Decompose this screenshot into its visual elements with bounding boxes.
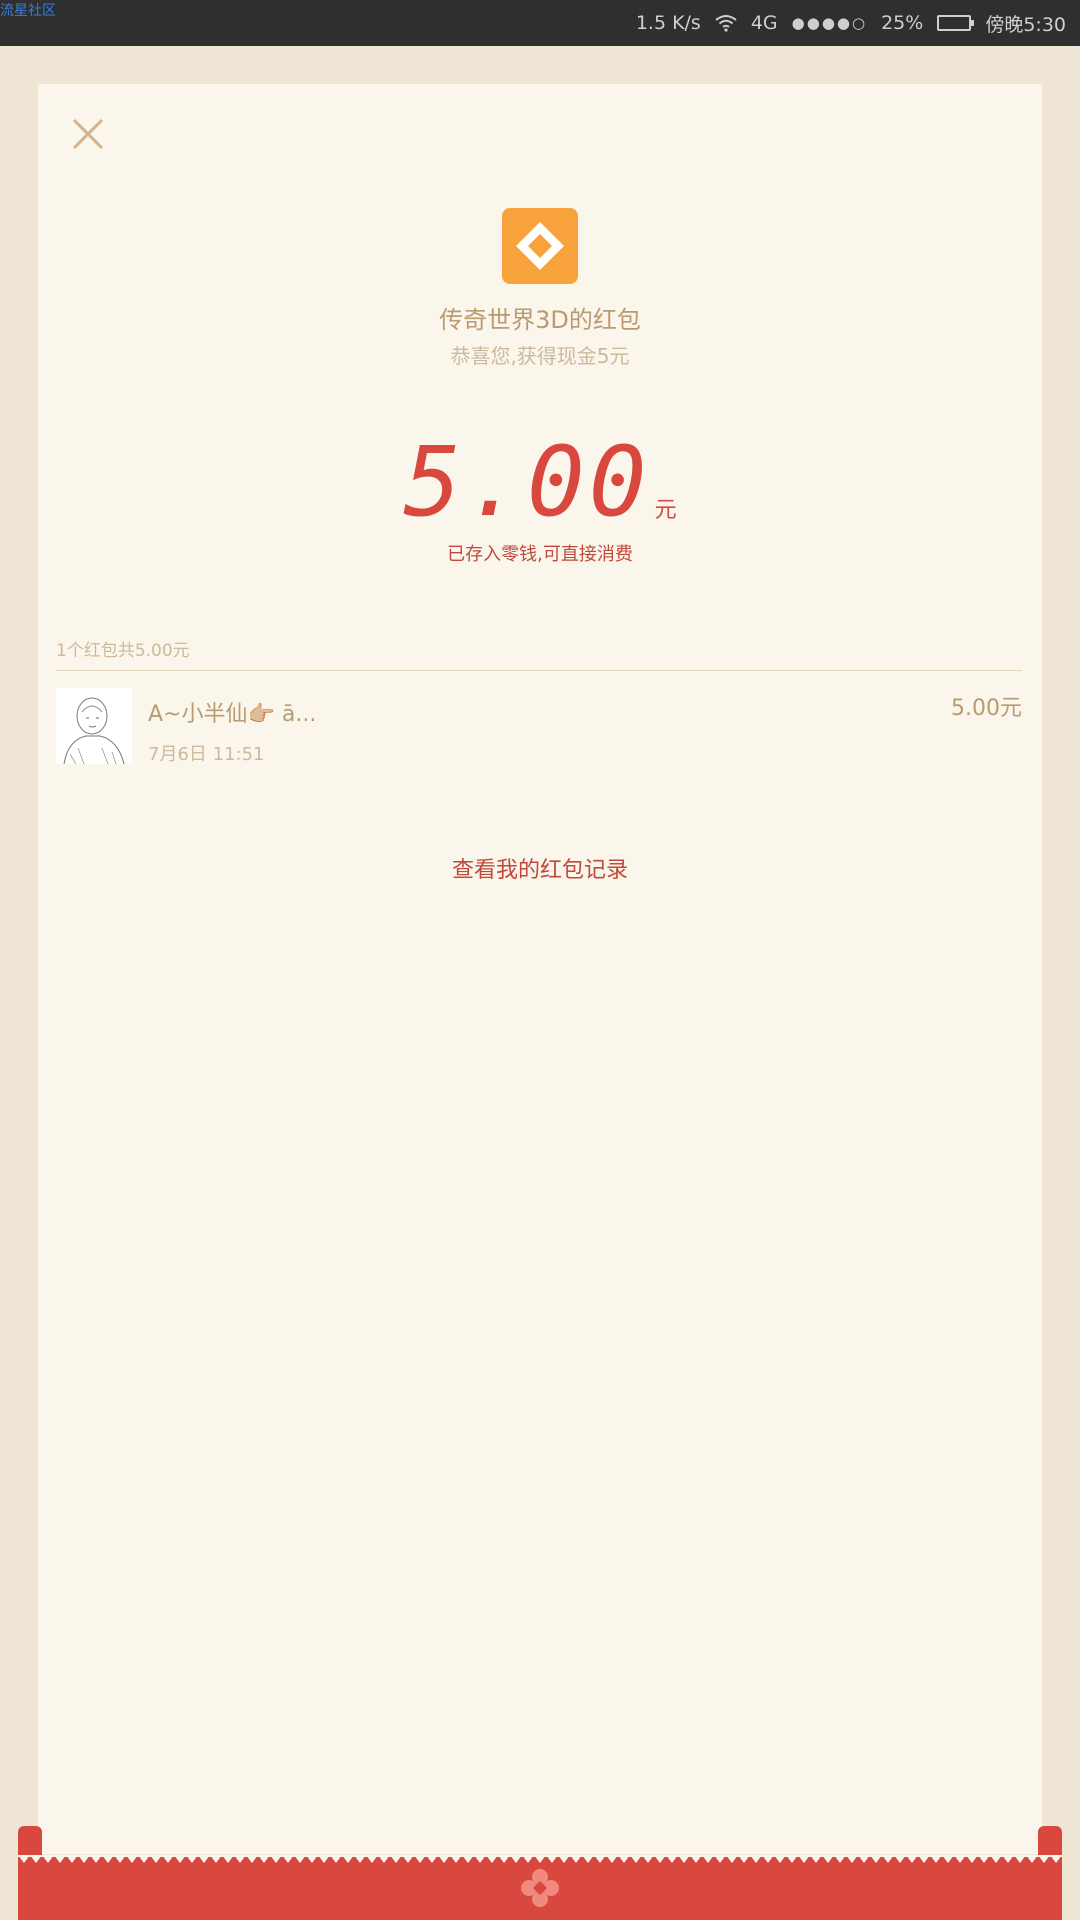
list-item[interactable]: A~小半仙👉🏼 ā... 7月6日 11:51 5.00元 [56,688,1022,768]
greeting-text: 恭喜您,获得现金5元 [450,344,630,368]
packet-summary: 1个红包共5.00元 [56,641,190,661]
amount-display: 5.00 元 [38,434,1042,530]
net-speed: 1.5 K/s [635,12,701,34]
divider [56,670,1022,671]
stored-note: 已存入零钱,可直接消费 [447,544,633,565]
zigzag-edge [18,1855,1062,1863]
signal-strength: ●●●●○ [791,14,868,32]
watermark: 流星社区 [0,3,56,19]
record-time: 7月6日 11:51 [148,744,265,765]
red-packet-detail-card: 传奇世界3D的红包 恭喜您,获得现金5元 5.00 元 已存入零钱,可直接消费 … [38,84,1042,1854]
battery-icon [937,15,975,31]
amount-unit: 元 [654,498,677,523]
battery-percent: 25% [881,12,924,34]
status-bar: 1.5 K/s 4G ●●●●○ 25% 傍晚5:30 [0,0,1080,46]
wifi-icon [715,15,737,32]
record-amount: 5.00元 [951,696,1022,721]
avatar [56,688,132,764]
network-type: 4G [750,12,778,34]
app-logo-icon [502,208,578,284]
close-button[interactable] [62,108,114,160]
record-name: A~小半仙👉🏼 ā... [148,702,317,727]
flower-emblem-icon [521,1869,559,1907]
sender-title: 传奇世界3D的红包 [439,306,641,334]
close-icon [72,118,104,150]
view-history-link[interactable]: 查看我的红包记录 [38,852,1042,884]
clock: 傍晚5:30 [985,13,1066,36]
amount-value: 5.00 [403,426,651,538]
